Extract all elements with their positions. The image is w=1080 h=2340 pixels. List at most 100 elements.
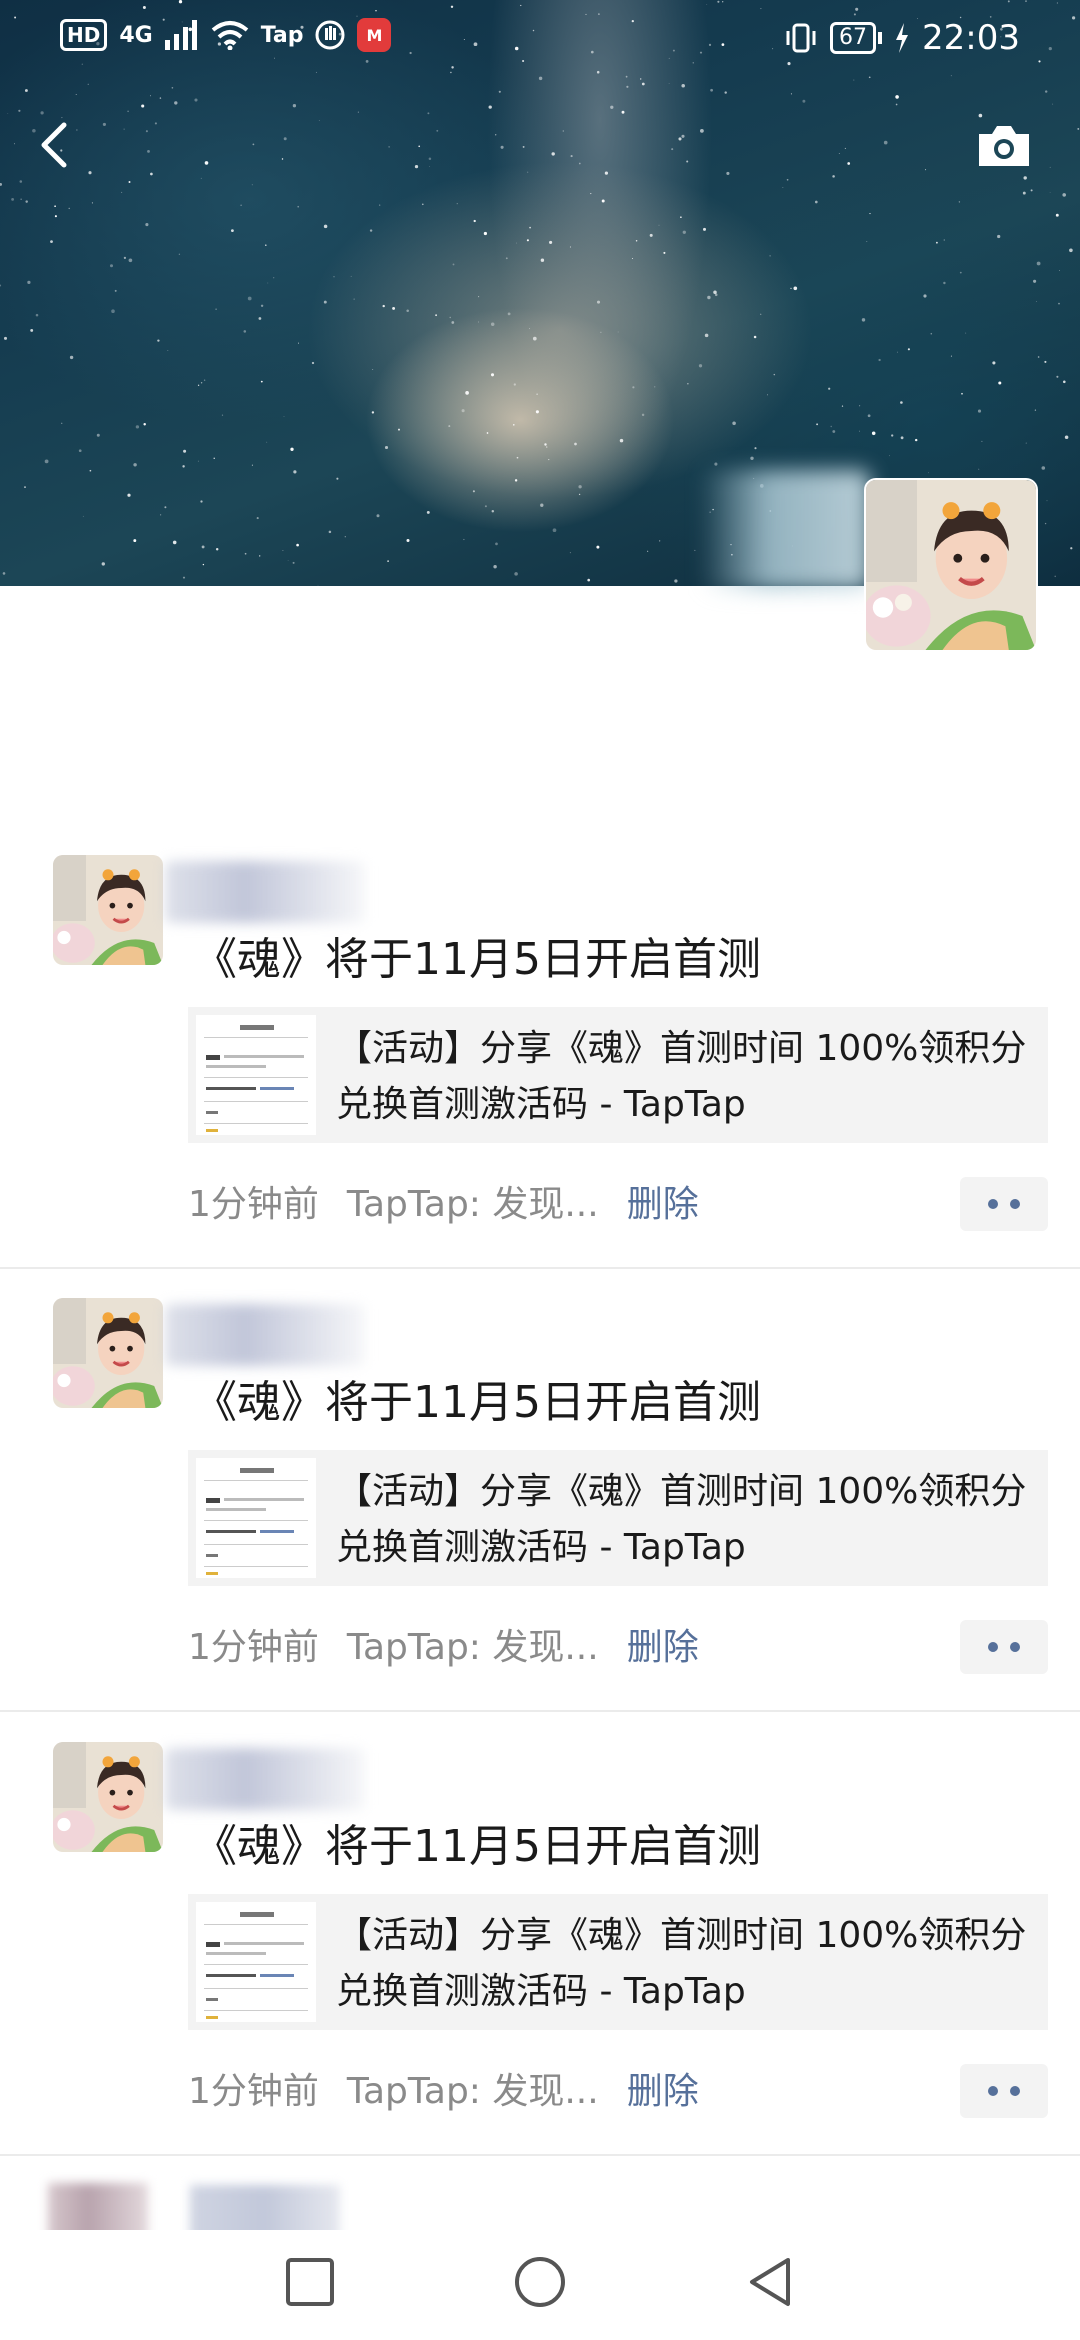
dot: [1010, 2086, 1020, 2096]
star: [429, 166, 430, 167]
delete-link[interactable]: 删除: [627, 2062, 699, 2114]
triangle-back-icon[interactable]: [740, 2252, 800, 2312]
star: [20, 198, 22, 200]
charging-bolt-icon: [896, 23, 909, 53]
star: [859, 405, 861, 407]
star: [379, 204, 381, 206]
star: [578, 485, 582, 489]
post-meta: 1分钟前 TapTap: 发现... 删除: [188, 1175, 699, 1227]
star: [1063, 380, 1066, 384]
star: [260, 304, 264, 308]
feed-post: 《魂》将于11月5日开启首测 【活动】分享《魂》首测时间 100%领积分兑换首测…: [0, 855, 1080, 1269]
more-dots-icon[interactable]: [960, 1620, 1048, 1674]
star: [472, 490, 475, 493]
star: [681, 84, 685, 88]
star: [35, 313, 39, 317]
star: [215, 308, 217, 311]
star: [273, 277, 275, 279]
post-author-blurred[interactable]: [165, 861, 365, 923]
more-dots-icon[interactable]: [960, 2064, 1048, 2118]
star: [145, 130, 148, 133]
star: [923, 294, 927, 298]
post-author-blurred[interactable]: [165, 1748, 365, 1810]
star: [427, 112, 430, 115]
star: [600, 331, 602, 333]
star: [802, 99, 806, 103]
post-text: 《魂》将于11月5日开启首测: [193, 934, 761, 985]
star: [478, 321, 479, 323]
star: [895, 95, 899, 99]
post-meta: 1分钟前 TapTap: 发现... 删除: [188, 1618, 699, 1670]
star: [297, 205, 300, 208]
star: [24, 486, 26, 488]
post-avatar[interactable]: [53, 1298, 163, 1408]
star: [87, 83, 89, 85]
delete-link[interactable]: 删除: [627, 1175, 699, 1227]
star: [965, 332, 967, 334]
star: [296, 543, 299, 547]
star: [231, 229, 234, 233]
post-avatar[interactable]: [53, 855, 163, 965]
star: [491, 509, 495, 513]
star: [398, 428, 400, 431]
star: [78, 449, 82, 453]
circle-icon[interactable]: [510, 2252, 570, 2312]
link-title: 【活动】分享《魂》首测时间 100%领积分兑换首测激活码 - TapTap: [336, 1028, 1027, 1125]
post-source[interactable]: TapTap: 发现...: [347, 1175, 599, 1227]
star: [1044, 522, 1047, 525]
star: [323, 224, 328, 229]
shared-link-card[interactable]: 【活动】分享《魂》首测时间 100%领积分兑换首测激活码 - TapTap: [188, 1007, 1048, 1143]
star: [710, 88, 713, 92]
dot: [988, 2086, 998, 2096]
post-source[interactable]: TapTap: 发现...: [347, 1618, 599, 1670]
camera-icon[interactable]: [975, 122, 1033, 170]
star: [202, 563, 205, 566]
square-icon[interactable]: [280, 2252, 340, 2312]
star: [674, 579, 678, 583]
shared-link-card[interactable]: 【活动】分享《魂》首测时间 100%领积分兑换首测激活码 - TapTap: [188, 1450, 1048, 1586]
post-author-blurred[interactable]: [165, 1304, 365, 1366]
star: [1035, 301, 1037, 302]
more-dots-icon[interactable]: [960, 1177, 1048, 1231]
star: [760, 313, 762, 315]
star: [213, 457, 215, 459]
avatar-photo: [53, 1742, 163, 1852]
star: [282, 549, 284, 552]
star: [478, 296, 480, 298]
star: [68, 207, 70, 210]
star: [782, 187, 784, 188]
profile-avatar[interactable]: [864, 478, 1038, 652]
star: [635, 239, 638, 242]
star: [7, 113, 9, 114]
star: [384, 445, 389, 450]
star: [1064, 435, 1069, 440]
post-meta: 1分钟前 TapTap: 发现... 删除: [188, 2062, 699, 2114]
star: [668, 83, 670, 84]
star: [1049, 192, 1051, 193]
star: [647, 550, 649, 552]
star: [292, 104, 297, 108]
star: [1023, 176, 1027, 180]
star: [847, 162, 851, 165]
star: [14, 143, 15, 145]
star: [959, 271, 962, 274]
star: [259, 555, 261, 557]
star: [251, 464, 253, 466]
star: [147, 150, 150, 153]
star: [154, 122, 157, 125]
shared-link-card[interactable]: 【活动】分享《魂》首测时间 100%领积分兑换首测激活码 - TapTap: [188, 1894, 1048, 2030]
post-source[interactable]: TapTap: 发现...: [347, 2062, 599, 2114]
delete-link[interactable]: 删除: [627, 1618, 699, 1670]
chevron-left-icon[interactable]: [30, 115, 80, 175]
star: [333, 276, 335, 278]
post-time: 1分钟前: [188, 1627, 319, 1668]
star: [0, 284, 2, 287]
star: [465, 391, 469, 395]
star: [869, 213, 871, 215]
post-avatar[interactable]: [53, 1742, 163, 1852]
dot: [988, 1199, 998, 1209]
star: [1070, 547, 1073, 550]
star: [1054, 575, 1056, 578]
star: [336, 477, 339, 480]
star: [871, 431, 876, 436]
